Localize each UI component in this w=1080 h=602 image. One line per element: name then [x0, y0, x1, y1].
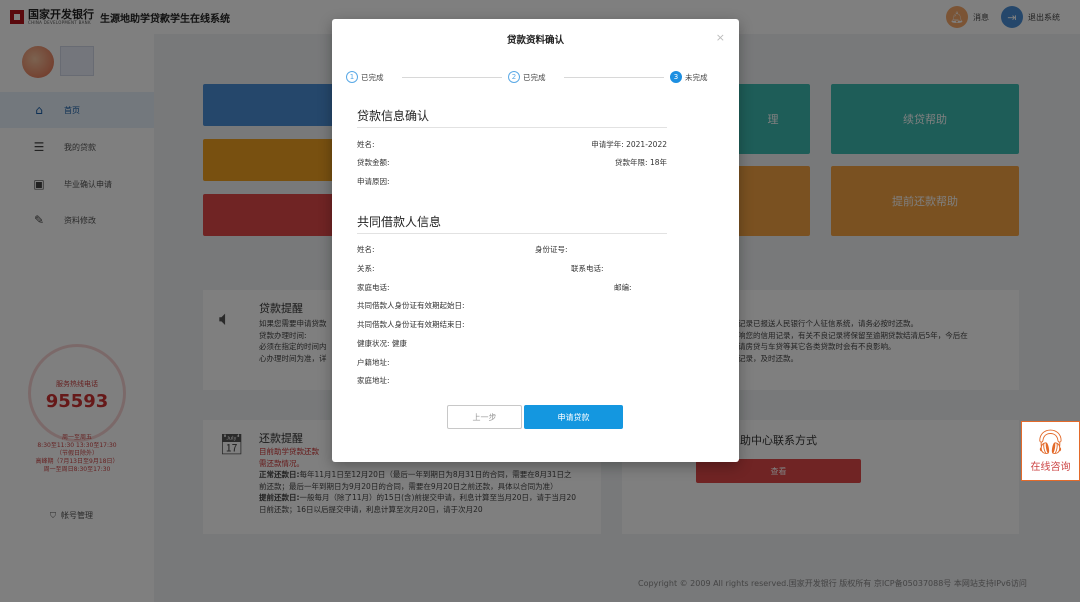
step-1: 1 已完成 — [346, 71, 384, 83]
loan-confirm-modal: 贷款资料确认 × 1 已完成 2 已完成 3 未完成 贷款信息确认 姓名: 申请… — [332, 19, 739, 462]
headset-icon: 🎧︎ — [1035, 428, 1066, 456]
online-consult-button[interactable]: 🎧︎ 在线咨询 — [1021, 421, 1080, 481]
previous-step-button[interactable]: 上一步 — [447, 405, 522, 429]
co-id-field: 身份证号: — [535, 245, 568, 254]
online-consult-label: 在线咨询 — [1030, 462, 1071, 473]
section-divider — [357, 127, 667, 128]
section-divider — [357, 233, 667, 234]
co-borrower-title: 共同借款人信息 — [357, 215, 442, 229]
loan-term-field: 贷款年限: 18年 — [615, 158, 667, 167]
loan-year-field: 申请学年: 2021-2022 — [591, 140, 667, 149]
co-home-address-field: 家庭地址: — [357, 376, 390, 385]
step-2: 2 已完成 — [508, 71, 546, 83]
co-name-field: 姓名: — [357, 245, 375, 254]
co-home-phone-field: 家庭电话: — [357, 283, 390, 292]
loan-amount-field: 贷款金额: — [357, 158, 390, 167]
step-connector — [402, 77, 502, 78]
step-3: 3 未完成 — [670, 71, 708, 83]
co-hukou-field: 户籍地址: — [357, 358, 390, 367]
progress-steps: 1 已完成 2 已完成 3 未完成 — [346, 71, 726, 85]
step-label: 未完成 — [685, 72, 708, 82]
modal-title: 贷款资料确认 — [506, 35, 564, 46]
close-icon[interactable]: × — [716, 31, 725, 44]
step-number: 1 — [346, 71, 358, 83]
co-health-field: 健康状况: 健康 — [357, 339, 407, 348]
loan-info-title: 贷款信息确认 — [357, 109, 430, 123]
loan-reason-field: 申请原因: — [357, 177, 390, 186]
step-label: 已完成 — [523, 72, 546, 82]
co-phone-field: 联系电话: — [571, 264, 604, 273]
apply-loan-button[interactable]: 申请贷款 — [524, 405, 623, 429]
co-id-start-field: 共同借款人身份证有效期起始日: — [357, 301, 465, 310]
step-number: 3 — [670, 71, 682, 83]
step-number: 2 — [508, 71, 520, 83]
step-connector — [564, 77, 664, 78]
co-relation-field: 关系: — [357, 264, 375, 273]
loan-name-field: 姓名: — [357, 140, 375, 149]
co-postcode-field: 邮编: — [614, 283, 632, 292]
co-id-end-field: 共同借款人身份证有效期结束日: — [357, 320, 465, 329]
step-label: 已完成 — [361, 72, 384, 82]
